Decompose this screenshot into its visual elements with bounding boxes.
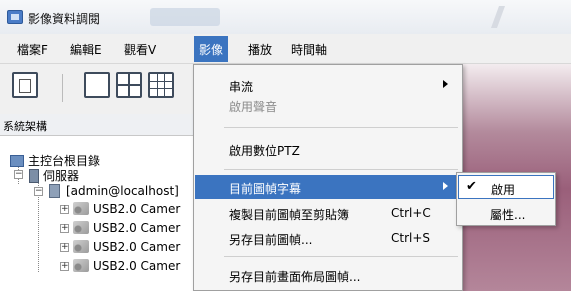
toolbar [0, 64, 196, 114]
menu-item-shortcut: Ctrl+C [391, 206, 431, 220]
layout-1x1-button[interactable] [84, 72, 110, 98]
menu-play[interactable]: 播放 [248, 41, 272, 58]
tree-camera-label: USB2.0 Camer [93, 259, 181, 273]
menu-item-copy-frame[interactable]: 複製目前圖幀至剪貼簿 Ctrl+C [195, 201, 461, 225]
server-node-icon [49, 184, 60, 198]
decorative-mark [490, 6, 506, 28]
tree-camera-label: USB2.0 Camer [93, 221, 181, 235]
tree-root-label: 主控台根目錄 [28, 154, 101, 168]
tree-camera[interactable]: + USB2.0 Camer [60, 221, 180, 235]
tree-server-group[interactable]: − 伺服器 [14, 167, 79, 184]
menu-item-save-layout-frame[interactable]: 另存目前畫面佈局圖幀... [195, 263, 461, 287]
submenu-item-enable[interactable]: ✔ 啟用 [458, 175, 554, 199]
tree-server[interactable]: − [admin@localhost] [34, 184, 179, 198]
window-title: 影像資料調閱 [28, 12, 101, 26]
menu-view[interactable]: 觀看V [124, 41, 156, 58]
collapse-icon[interactable]: − [14, 170, 23, 179]
menu-bar: 檔案F 編輯E 觀看V 影像 播放 時間軸 [0, 34, 571, 64]
menu-item-digital-ptz[interactable]: 啟用數位PTZ [195, 137, 461, 161]
menu-item-label: 啟用數位PTZ [229, 144, 300, 158]
tree-camera[interactable]: + USB2.0 Camer [60, 202, 180, 216]
app-icon [7, 10, 23, 24]
tree-camera-label: USB2.0 Camer [93, 202, 181, 216]
menu-item-label: 啟用聲音 [229, 100, 278, 114]
panel-title: 系統架構 [3, 120, 47, 133]
menu-edit[interactable]: 編輯E [70, 41, 102, 58]
system-tree-panel: 系統架構 主控台根目錄 − 伺服器 − [admin@localhost] + … [0, 114, 196, 291]
menu-file[interactable]: 檔案F [17, 41, 48, 58]
menu-timeline[interactable]: 時間軸 [291, 41, 327, 58]
camera-icon [73, 221, 89, 234]
menu-separator [224, 169, 458, 170]
layout-3x3-button[interactable] [148, 72, 174, 98]
toolbar-separator [62, 74, 63, 102]
submenu-arrow-icon [443, 182, 448, 190]
camera-icon [73, 202, 89, 215]
tree-camera[interactable]: + USB2.0 Camer [60, 259, 180, 273]
expand-icon[interactable]: + [60, 262, 69, 271]
camera-icon [73, 240, 89, 253]
menu-item-shortcut: Ctrl+S [391, 231, 431, 245]
title-bar: 影像資料調閱 [0, 0, 571, 34]
image-menu-dropdown: 串流 啟用聲音 啟用數位PTZ 目前圖幀字幕 複製目前圖幀至剪貼簿 Ctrl+C… [193, 64, 463, 291]
menu-separator [224, 127, 458, 128]
collapse-icon[interactable]: − [34, 187, 43, 196]
menu-item-label: 另存目前畫面佈局圖幀... [229, 270, 361, 284]
expand-icon[interactable]: + [60, 205, 69, 214]
submenu-item-label: 啟用 [491, 183, 516, 197]
menu-item-save-frame[interactable]: 另存目前圖幀... Ctrl+S [195, 226, 461, 250]
expand-icon[interactable]: + [60, 243, 69, 252]
monitor-icon [10, 155, 24, 167]
blurred-tab [150, 8, 220, 26]
tree-server-group-label: 伺服器 [43, 169, 80, 183]
submenu-arrow-icon [443, 80, 448, 88]
menu-item-frame-caption[interactable]: 目前圖幀字幕 [195, 175, 461, 199]
panel-toggle-button[interactable] [12, 72, 38, 98]
menu-item-enable-audio[interactable]: 啟用聲音 [195, 93, 461, 117]
expand-icon[interactable]: + [60, 224, 69, 233]
server-icon [29, 169, 39, 183]
submenu-item-label: 屬性... [490, 208, 526, 222]
checkmark-icon: ✔ [466, 179, 477, 194]
menu-separator [224, 256, 458, 257]
caption-submenu: ✔ 啟用 屬性... [456, 172, 556, 226]
camera-icon [73, 259, 89, 272]
menu-item-label: 目前圖幀字幕 [229, 182, 302, 196]
menu-item-label: 另存目前圖幀... [229, 233, 313, 247]
submenu-item-properties[interactable]: 屬性... [458, 201, 554, 225]
menu-item-label: 複製目前圖幀至剪貼簿 [229, 208, 350, 222]
layout-2x2-button[interactable] [116, 72, 142, 98]
tree-camera[interactable]: + USB2.0 Camer [60, 240, 180, 254]
panel-header: 系統架構 [0, 114, 196, 136]
tree-camera-label: USB2.0 Camer [93, 240, 181, 254]
menu-image[interactable]: 影像 [194, 36, 229, 62]
tree-server-label: [admin@localhost] [66, 184, 179, 198]
